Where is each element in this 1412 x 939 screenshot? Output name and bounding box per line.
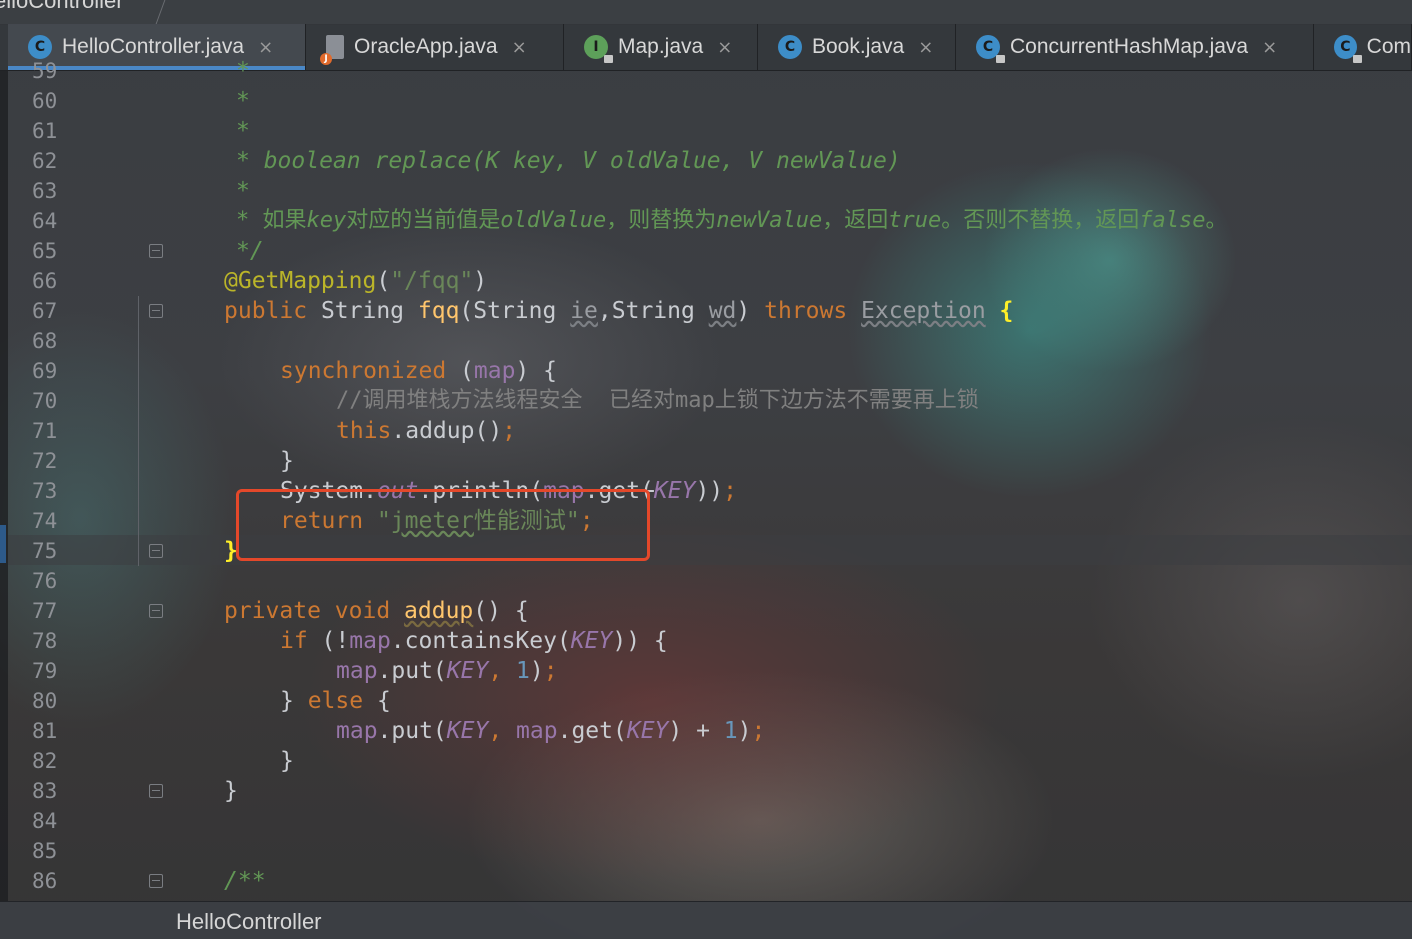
- code-line: *: [236, 58, 250, 84]
- fold-icon[interactable]: [149, 544, 163, 558]
- line-number: 78: [32, 629, 58, 653]
- close-icon[interactable]: ×: [717, 37, 732, 58]
- code-line: *: [236, 88, 250, 114]
- fold-icon[interactable]: [149, 784, 163, 798]
- close-icon[interactable]: ×: [258, 37, 273, 58]
- class-breadcrumb[interactable]: HelloController: [176, 909, 322, 935]
- fold-icon[interactable]: [149, 604, 163, 618]
- code-line: *: [236, 178, 250, 204]
- code-line: }: [224, 778, 238, 804]
- line-number: 68: [32, 329, 58, 353]
- close-icon[interactable]: ×: [512, 37, 527, 58]
- code-line: */: [236, 238, 264, 264]
- close-icon[interactable]: ×: [1262, 37, 1277, 58]
- navigation-bar: elloController: [0, 0, 1412, 25]
- line-number: 82: [32, 749, 58, 773]
- interface-icon: I: [584, 35, 613, 63]
- editor-tabs: C HelloController.java × J OracleApp.jav…: [0, 24, 1412, 71]
- code-line: }: [280, 448, 294, 474]
- line-number: 85: [32, 839, 58, 863]
- java-file-icon: J: [320, 35, 344, 65]
- line-number: 63: [32, 179, 58, 203]
- tab-label: ConcurrentHashMap.java: [1010, 35, 1249, 58]
- caret-row-highlight: [8, 535, 1412, 565]
- tab-label: Com: [1366, 35, 1411, 58]
- tab-label: Book.java: [812, 35, 905, 58]
- code-line: * boolean replace(K key, V oldValue, V n…: [236, 148, 901, 174]
- code-line: }: [280, 748, 294, 774]
- code-line: } else {: [280, 688, 391, 714]
- tab-map[interactable]: I Map.java ×: [564, 24, 758, 70]
- line-number: 72: [32, 449, 58, 473]
- fold-icon[interactable]: [149, 874, 163, 888]
- code-line: if (!map.containsKey(KEY)) {: [280, 628, 668, 654]
- line-number: 81: [32, 719, 58, 743]
- tab-label: Map.java: [618, 35, 704, 58]
- code-editor[interactable]: 59 60 61 62 63 64 65 66 67 68 69 70 71 7…: [0, 58, 1412, 901]
- line-number: 70: [32, 389, 58, 413]
- code-line: //调用堆栈方法线程安全 已经对map上锁下边方法不需要再上锁: [336, 388, 979, 413]
- lock-icon: [1352, 55, 1362, 63]
- fold-icon[interactable]: [149, 244, 163, 258]
- line-number: 77: [32, 599, 58, 623]
- tab-oracleapp[interactable]: J OracleApp.java ×: [306, 24, 564, 70]
- method-separator: [138, 296, 139, 566]
- code-line: map.put(KEY, map.get(KEY) + 1);: [336, 718, 766, 744]
- code-line: private void addup() {: [224, 598, 529, 624]
- line-number: 69: [32, 359, 58, 383]
- line-number: 61: [32, 119, 58, 143]
- line-number: 76: [32, 569, 58, 593]
- line-number: 75: [32, 539, 58, 563]
- line-number: 60: [32, 89, 58, 113]
- line-number: 74: [32, 509, 58, 533]
- tab-book[interactable]: C Book.java ×: [758, 24, 956, 70]
- tab-label: OracleApp.java: [354, 35, 498, 58]
- line-number: 59: [32, 59, 58, 83]
- line-number: 71: [32, 419, 58, 443]
- code-line: this.addup();: [336, 418, 517, 444]
- tab-com[interactable]: C Com: [1314, 24, 1412, 70]
- line-number: 67: [32, 299, 58, 323]
- close-icon[interactable]: ×: [918, 37, 933, 58]
- gutter-marker: [0, 525, 6, 563]
- breadcrumb-separator: [155, 0, 166, 24]
- tab-concurrenthashmap[interactable]: C ConcurrentHashMap.java ×: [956, 24, 1314, 70]
- code-line: public String fqq(String ie,String wd) t…: [224, 298, 1014, 324]
- line-number: 62: [32, 149, 58, 173]
- line-number: 83: [32, 779, 58, 803]
- fold-icon[interactable]: [149, 304, 163, 318]
- class-icon: C: [778, 35, 802, 59]
- line-number: 65: [32, 239, 58, 263]
- code-line: /**: [224, 868, 266, 894]
- highlight-annotation-box: [236, 489, 650, 561]
- code-line: @GetMapping("/fqq"): [224, 268, 488, 294]
- class-icon: C: [1334, 35, 1362, 63]
- code-line: synchronized (map) {: [280, 358, 557, 384]
- line-number: 86: [32, 869, 58, 893]
- line-number: 64: [32, 209, 58, 233]
- code-line: map.put(KEY, 1);: [336, 658, 558, 684]
- lock-icon: [996, 55, 1005, 63]
- tool-window-strip: [0, 71, 8, 901]
- line-number: 79: [32, 659, 58, 683]
- structure-breadcrumb-bar: HelloController: [0, 901, 1412, 939]
- code-line: * 如果key对应的当前值是oldValue，则替换为newValue，返回tr…: [236, 208, 1228, 233]
- class-icon: C: [976, 35, 1005, 63]
- code-line: *: [236, 118, 250, 144]
- line-number: 66: [32, 269, 58, 293]
- line-number: 80: [32, 689, 58, 713]
- line-number: 73: [32, 479, 58, 503]
- lock-icon: [604, 55, 613, 63]
- line-number: 84: [32, 809, 58, 833]
- breadcrumb[interactable]: elloController: [0, 0, 124, 14]
